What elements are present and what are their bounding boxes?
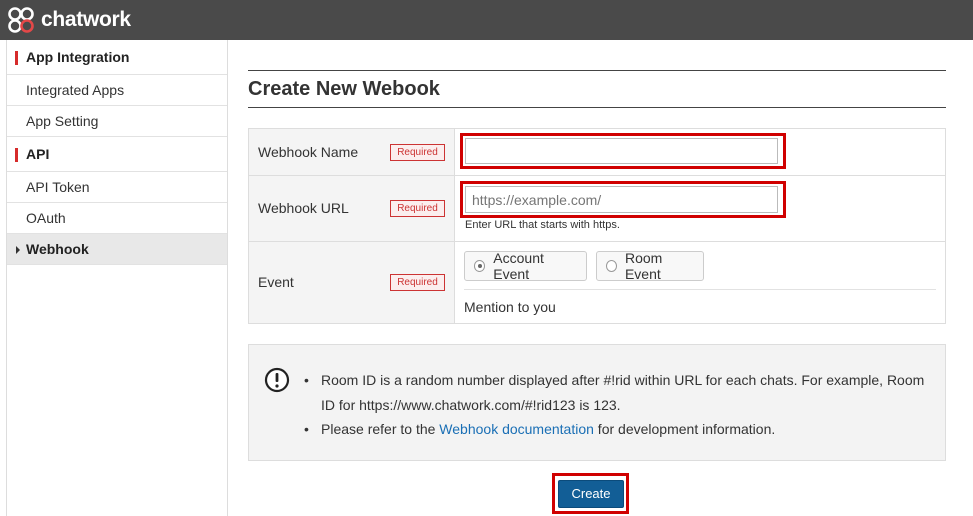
event-row: Event Required Account Event Room Event … xyxy=(249,242,945,323)
create-button[interactable]: Create xyxy=(558,480,624,508)
notice-item-docs: Please refer to the Webhook documentatio… xyxy=(304,417,931,442)
webhook-url-hint: Enter URL that starts with https. xyxy=(465,219,620,231)
webhook-name-input[interactable] xyxy=(465,138,778,164)
title-divider xyxy=(248,107,946,108)
notice-text: Room ID is a random number displayed aft… xyxy=(321,372,925,413)
section-marker xyxy=(15,148,18,162)
webhook-name-row: Webhook Name Required xyxy=(249,129,945,176)
notice-list: Room ID is a random number displayed aft… xyxy=(304,368,931,442)
logo-text: chatwork xyxy=(41,8,131,31)
required-badge: Required xyxy=(390,274,445,291)
radio-unselected-icon xyxy=(606,260,617,272)
required-badge: Required xyxy=(390,200,445,217)
sidebar-section-app-integration: App Integration xyxy=(7,40,227,75)
sidebar-item-api-token[interactable]: API Token xyxy=(7,172,227,203)
sidebar-item-label: API Token xyxy=(26,179,90,195)
event-label: Event xyxy=(258,274,294,290)
info-notice: Room ID is a random number displayed aft… xyxy=(248,344,946,461)
top-bar: chatwork xyxy=(0,0,973,40)
notice-text-suffix: for development information. xyxy=(593,421,776,437)
webhook-name-field-cell xyxy=(455,129,945,175)
sidebar-section-api: API xyxy=(7,137,227,172)
radio-selected-icon xyxy=(474,260,486,272)
notice-item-room-id: Room ID is a random number displayed aft… xyxy=(304,368,931,417)
sidebar-section-title: App Integration xyxy=(26,49,130,65)
sidebar-item-label: Integrated Apps xyxy=(26,82,125,98)
caret-right-icon xyxy=(16,246,20,254)
section-marker xyxy=(15,51,18,65)
notice-text-prefix: Please refer to the xyxy=(321,421,440,437)
top-divider xyxy=(248,70,946,71)
webhook-name-label: Webhook Name xyxy=(258,144,359,160)
webhook-url-input[interactable] xyxy=(465,186,778,213)
webhook-url-field-cell: Enter URL that starts with https. xyxy=(455,176,945,241)
sidebar-item-label: Webhook xyxy=(26,241,89,257)
webhook-url-label: Webhook URL xyxy=(258,200,349,216)
radio-label: Room Event xyxy=(624,250,663,282)
webhook-form: Webhook Name Required Webhook URL Requir… xyxy=(248,128,946,324)
event-label-cell: Event Required xyxy=(249,242,455,323)
sidebar-item-integrated-apps[interactable]: Integrated Apps xyxy=(7,75,227,106)
room-event-radio[interactable]: Room Event xyxy=(596,250,704,282)
radio-label: Account Event xyxy=(493,250,544,282)
sidebar-item-label: App Setting xyxy=(26,113,99,129)
sidebar-item-label: OAuth xyxy=(26,210,66,226)
webhook-url-row: Webhook URL Required Enter URL that star… xyxy=(249,176,945,242)
sidebar: App Integration Integrated Apps App Sett… xyxy=(6,40,228,516)
webhook-name-label-cell: Webhook Name Required xyxy=(249,129,455,175)
sidebar-item-oauth[interactable]: OAuth xyxy=(7,203,227,234)
event-divider xyxy=(464,289,936,290)
sidebar-section-title: API xyxy=(26,146,50,162)
exclamation-circle-icon xyxy=(264,367,290,393)
chatwork-logo[interactable]: chatwork xyxy=(6,5,131,35)
webhook-url-label-cell: Webhook URL Required xyxy=(249,176,455,241)
mention-to-you-option: Mention to you xyxy=(464,299,556,315)
event-field-cell: Account Event Room Event Mention to you xyxy=(455,242,945,323)
required-badge: Required xyxy=(390,144,445,161)
chatwork-logo-icon xyxy=(8,7,34,33)
sidebar-item-app-setting[interactable]: App Setting xyxy=(7,106,227,137)
account-event-radio[interactable]: Account Event xyxy=(464,250,587,282)
webhook-documentation-link[interactable]: Webhook documentation xyxy=(439,421,594,437)
page-title: Create New Webook xyxy=(248,78,440,100)
sidebar-item-webhook[interactable]: Webhook xyxy=(7,234,227,265)
